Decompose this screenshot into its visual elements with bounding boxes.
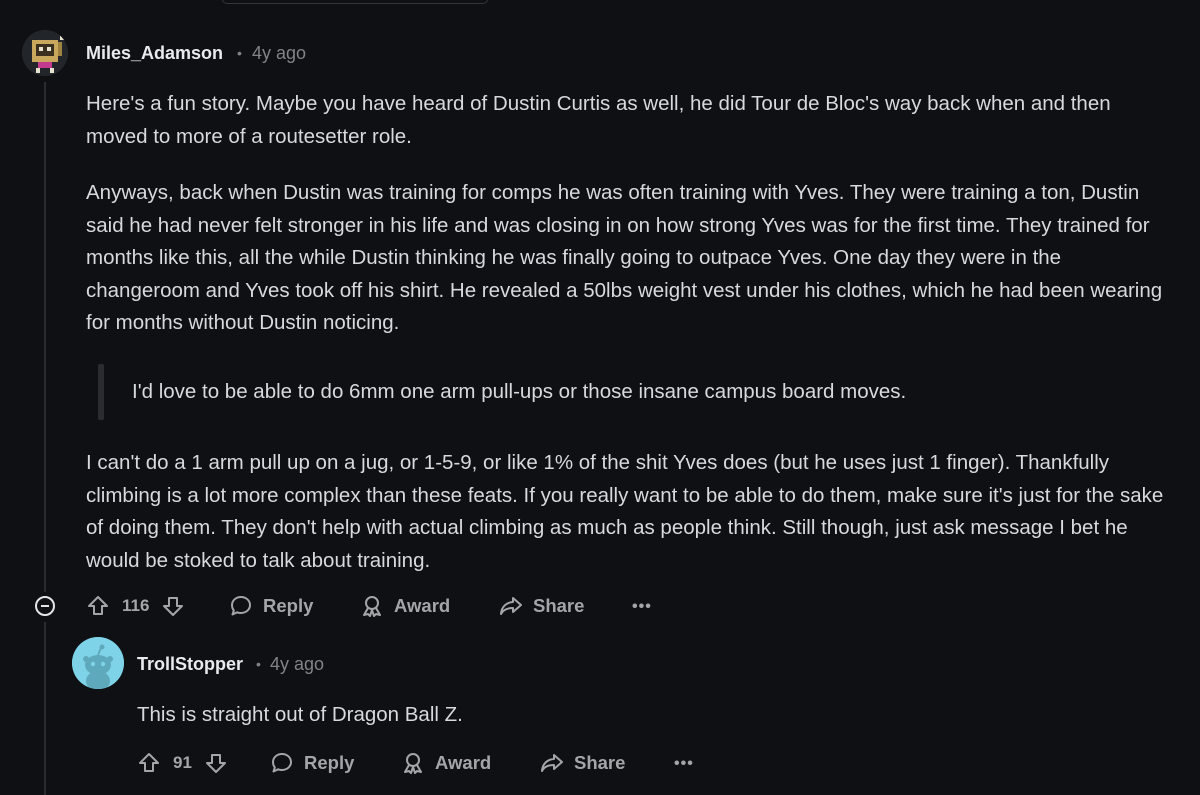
more-options-button[interactable]: ••• bbox=[632, 598, 652, 616]
comment-paragraph: Anyways, back when Dustin was training f… bbox=[86, 181, 1163, 334]
share-label: Share bbox=[533, 595, 585, 616]
vote-bar: 116 bbox=[86, 593, 185, 619]
upvote-arrow-icon[interactable] bbox=[86, 594, 110, 618]
share-button[interactable]: Share bbox=[539, 750, 625, 776]
comment-paragraph: I can't do a 1 arm pull up on a jug, or … bbox=[86, 451, 1164, 572]
comment-timestamp[interactable]: 4y ago bbox=[270, 654, 324, 675]
speech-bubble-icon bbox=[270, 751, 294, 775]
meta-separator: • bbox=[256, 656, 261, 672]
share-arrow-icon bbox=[539, 751, 565, 775]
snoo-avatar[interactable] bbox=[72, 637, 124, 689]
comment-author[interactable]: Miles_Adamson bbox=[86, 43, 223, 64]
upvote-arrow-icon[interactable] bbox=[137, 751, 161, 775]
reply-connector bbox=[44, 640, 46, 664]
collapse-minus-icon[interactable] bbox=[35, 596, 55, 616]
share-label: Share bbox=[574, 752, 626, 773]
comment-text: This is straight out of Dragon Ball Z. bbox=[137, 703, 463, 726]
award-ribbon-icon bbox=[360, 594, 384, 618]
pixel-robot-avatar[interactable] bbox=[22, 30, 68, 76]
downvote-arrow-icon[interactable] bbox=[204, 751, 228, 775]
top-container-edge bbox=[222, 0, 488, 4]
downvote-arrow-icon[interactable] bbox=[161, 594, 185, 618]
award-ribbon-icon bbox=[401, 751, 425, 775]
award-label: Award bbox=[435, 752, 492, 773]
reply-label: Reply bbox=[304, 752, 355, 773]
blockquote-bar bbox=[98, 364, 104, 420]
vote-bar: 91 bbox=[137, 750, 228, 776]
award-button[interactable]: Award bbox=[360, 593, 450, 619]
more-options-button[interactable]: ••• bbox=[674, 755, 694, 773]
award-label: Award bbox=[394, 595, 451, 616]
vote-count: 91 bbox=[173, 753, 192, 772]
comment-paragraph: Here's a fun story. Maybe you have heard… bbox=[86, 92, 1111, 148]
comment-author[interactable]: TrollStopper bbox=[137, 654, 243, 675]
blockquote-text: I'd love to be able to do 6mm one arm pu… bbox=[132, 380, 907, 403]
vote-count: 116 bbox=[122, 596, 150, 615]
speech-bubble-icon bbox=[229, 594, 253, 618]
reply-button[interactable]: Reply bbox=[229, 593, 313, 619]
reply-button[interactable]: Reply bbox=[270, 750, 354, 776]
reply-label: Reply bbox=[263, 595, 314, 616]
thread-line-1[interactable] bbox=[44, 82, 46, 592]
share-button[interactable]: Share bbox=[498, 593, 584, 619]
comment-thread: Miles_Adamson • 4y ago Here's a fun stor… bbox=[0, 0, 1200, 795]
award-button[interactable]: Award bbox=[401, 750, 491, 776]
share-arrow-icon bbox=[498, 594, 524, 618]
meta-separator: • bbox=[237, 45, 242, 61]
comment-timestamp[interactable]: 4y ago bbox=[252, 43, 306, 64]
